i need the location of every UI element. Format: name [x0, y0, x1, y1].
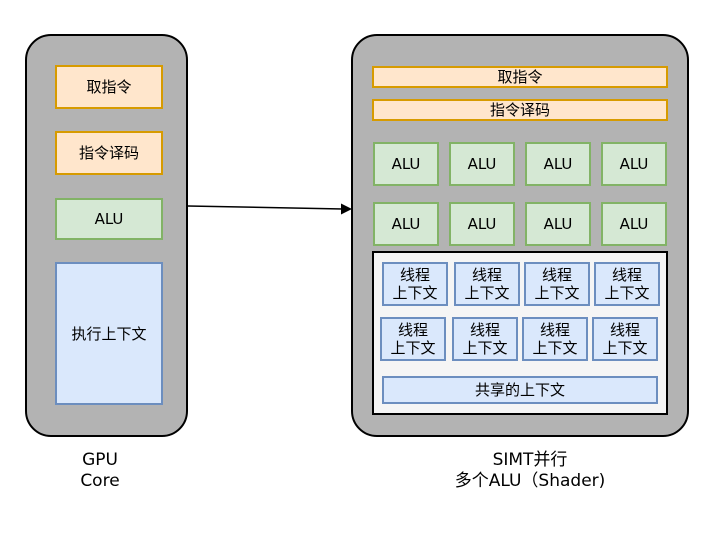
right-caption-line2: 多个ALU（Shader)	[454, 471, 606, 491]
alu-r2-c1: ALU	[373, 202, 439, 246]
alu-r2-c4: ALU	[601, 202, 667, 246]
right-caption: SIMT并行 多个ALU（Shader)	[420, 450, 640, 492]
right-caption-line1: SIMT并行	[492, 450, 568, 470]
right-fetch-instruction: 取指令	[372, 66, 668, 88]
thread-context-r1-c4: 线程 上下文	[594, 262, 660, 306]
alu-r1-c3: ALU	[525, 142, 591, 186]
left-caption-line2: Core	[80, 471, 120, 491]
thread-context-r1-c1: 线程 上下文	[382, 262, 448, 306]
thread-context-r2-c2: 线程 上下文	[452, 317, 518, 361]
left-caption: GPU Core	[50, 450, 150, 492]
alu-r1-c4: ALU	[601, 142, 667, 186]
thread-context-r1-c3: 线程 上下文	[524, 262, 590, 306]
alu-r1-c2: ALU	[449, 142, 515, 186]
shared-context: 共享的上下文	[382, 376, 658, 404]
alu-r1-c1: ALU	[373, 142, 439, 186]
thread-context-r1-c2: 线程 上下文	[454, 262, 520, 306]
alu-r2-c2: ALU	[449, 202, 515, 246]
right-decode-instruction: 指令译码	[372, 99, 668, 121]
alu-r2-c3: ALU	[525, 202, 591, 246]
thread-context-r2-c4: 线程 上下文	[592, 317, 658, 361]
thread-context-r2-c3: 线程 上下文	[522, 317, 588, 361]
left-caption-line1: GPU	[82, 450, 118, 470]
thread-context-r2-c1: 线程 上下文	[380, 317, 446, 361]
